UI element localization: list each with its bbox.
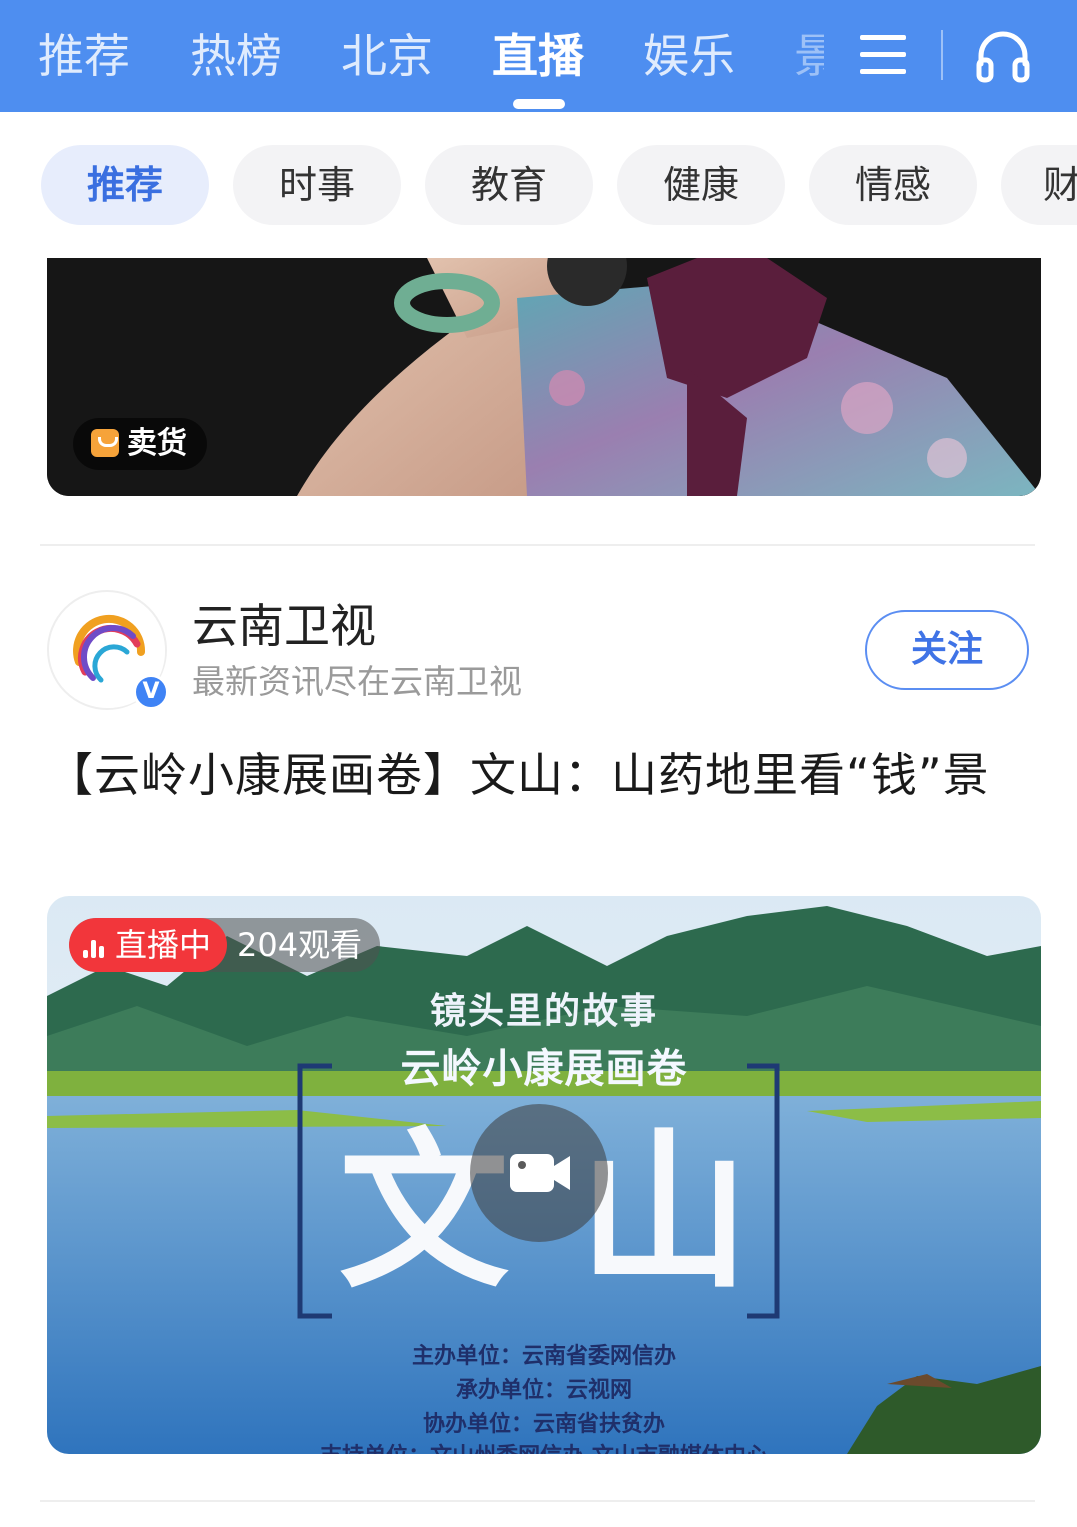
account-name[interactable]: 云南卫视 [192, 598, 376, 654]
top-nav-bar: 推荐 热榜 北京 直播 娱乐 景 [0, 0, 1077, 112]
poster-credit-2: 承办单位：云视网 [455, 1378, 632, 1403]
live-card-thumbnail-1[interactable]: 卖货 [47, 258, 1041, 496]
viewer-count: 204观看 [237, 926, 363, 964]
category-chips: 推荐 时事 教育 健康 情感 财 [0, 112, 1077, 262]
sell-badge-label: 卖货 [127, 426, 187, 461]
shopping-bag-icon [91, 429, 119, 457]
poster-credit-1: 主办单位：云南省委网信办 [411, 1344, 676, 1369]
chip-emotion[interactable]: 情感 [809, 145, 977, 225]
live-card-video[interactable]: 直播中 204观看 镜头里的故事 云岭小康展画卷 文山 主办单位：云南省委网信办… [47, 896, 1041, 1454]
chip-health[interactable]: 健康 [617, 145, 785, 225]
tab-hot-list[interactable]: 热榜 [190, 26, 282, 86]
verified-badge-icon: V [133, 674, 169, 710]
tab-scenery-partial[interactable]: 景 [794, 26, 824, 86]
nav-divider [941, 30, 943, 80]
headphone-icon[interactable] [975, 28, 1031, 84]
chip-current-affairs[interactable]: 时事 [233, 145, 401, 225]
poster-credit-3: 协办单位：云南省扶贫办 [422, 1412, 665, 1437]
active-tab-indicator [513, 99, 565, 109]
play-button[interactable] [470, 1104, 608, 1242]
account-description: 最新资讯尽在云南卫视 [192, 662, 522, 701]
poster-credit-4: 支持单位：文山州委网信办 文山市融媒体中心 [47, 1438, 1041, 1454]
chip-finance-partial[interactable]: 财 [1001, 145, 1077, 225]
poster-line-1: 镜头里的故事 [429, 991, 658, 1032]
chip-recommend[interactable]: 推荐 [41, 145, 209, 225]
chip-education[interactable]: 教育 [425, 145, 593, 225]
live-status-pill: 直播中 204观看 [69, 918, 381, 972]
sell-goods-badge: 卖货 [73, 418, 207, 470]
menu-icon[interactable] [860, 35, 906, 75]
tab-live[interactable]: 直播 [492, 26, 584, 86]
tab-recommend[interactable]: 推荐 [38, 26, 130, 86]
feed-divider [40, 544, 1035, 546]
live-status-badge: 直播中 [69, 918, 228, 972]
poster-line-2: 云岭小康展画卷 [400, 1046, 688, 1092]
feed-divider-bottom [40, 1500, 1035, 1502]
tab-beijing[interactable]: 北京 [341, 26, 433, 86]
tab-entertainment[interactable]: 娱乐 [643, 26, 735, 86]
follow-button[interactable]: 关注 [865, 610, 1029, 690]
live-bars-icon [83, 936, 105, 958]
video-camera-icon [510, 1154, 570, 1192]
live-status-label: 直播中 [115, 926, 212, 964]
post-headline[interactable]: 【云岭小康展画卷】文山：山药地里看“钱”景 [47, 740, 1037, 810]
